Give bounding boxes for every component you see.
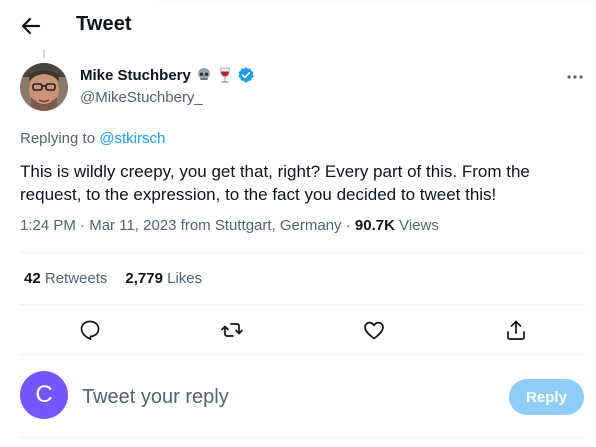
more-options-icon[interactable] bbox=[560, 66, 590, 88]
divider bbox=[20, 437, 586, 438]
like-icon[interactable] bbox=[362, 318, 386, 342]
skull-emoji bbox=[195, 66, 213, 84]
reply-input[interactable] bbox=[82, 384, 482, 410]
views-count: 90.7K bbox=[354, 217, 395, 234]
action-bar bbox=[20, 312, 586, 346]
replying-to: Replying to @stkirsch bbox=[20, 130, 165, 147]
tweet-location: from Stuttgart, Germany bbox=[180, 217, 342, 234]
author-name[interactable]: Mike Stuchbery bbox=[80, 67, 191, 84]
meta-separator: · bbox=[341, 217, 355, 234]
arrow-left-icon[interactable] bbox=[18, 14, 44, 38]
thread-connector bbox=[43, 50, 45, 58]
divider bbox=[20, 252, 586, 253]
tweet-text: This is wildly creepy, you get that, rig… bbox=[20, 162, 530, 204]
wine-glass-emoji bbox=[217, 66, 233, 84]
author-avatar[interactable] bbox=[20, 63, 68, 111]
tweet-time[interactable]: 1:24 PM bbox=[20, 217, 76, 234]
retweet-icon[interactable] bbox=[220, 318, 244, 342]
views-label: Views bbox=[394, 217, 439, 234]
retweets-stat[interactable]: 42 Retweets bbox=[24, 270, 107, 287]
likes-count: 2,779 bbox=[125, 270, 163, 287]
top-bar: Tweet bbox=[0, 0, 596, 52]
meta-separator: · bbox=[75, 217, 90, 234]
share-icon[interactable] bbox=[504, 318, 528, 342]
page-title: Tweet bbox=[76, 13, 132, 35]
reply-button[interactable]: Reply bbox=[509, 379, 584, 415]
tweet-date[interactable]: Mar 11, 2023 bbox=[89, 217, 176, 234]
tweet-meta: 1:24 PM · Mar 11, 2023 from Stuttgart, G… bbox=[20, 217, 439, 234]
likes-stat[interactable]: 2,779 Likes bbox=[125, 270, 202, 287]
divider bbox=[20, 354, 586, 355]
author-name-row: Mike Stuchbery bbox=[80, 66, 255, 84]
replying-to-mention[interactable]: @stkirsch bbox=[99, 130, 165, 147]
composer-avatar: C bbox=[20, 371, 68, 419]
engagement-stats: 42 Retweets 2,779 Likes bbox=[24, 270, 202, 287]
replying-to-prefix: Replying to bbox=[20, 130, 100, 147]
retweets-label: Retweets bbox=[40, 270, 108, 287]
retweets-count: 42 bbox=[24, 270, 41, 287]
divider bbox=[20, 304, 586, 305]
verified-badge-icon bbox=[237, 66, 255, 84]
reply-icon[interactable] bbox=[78, 318, 102, 342]
likes-label: Likes bbox=[162, 270, 203, 287]
author-handle[interactable]: @MikeStuchbery_ bbox=[80, 89, 203, 106]
